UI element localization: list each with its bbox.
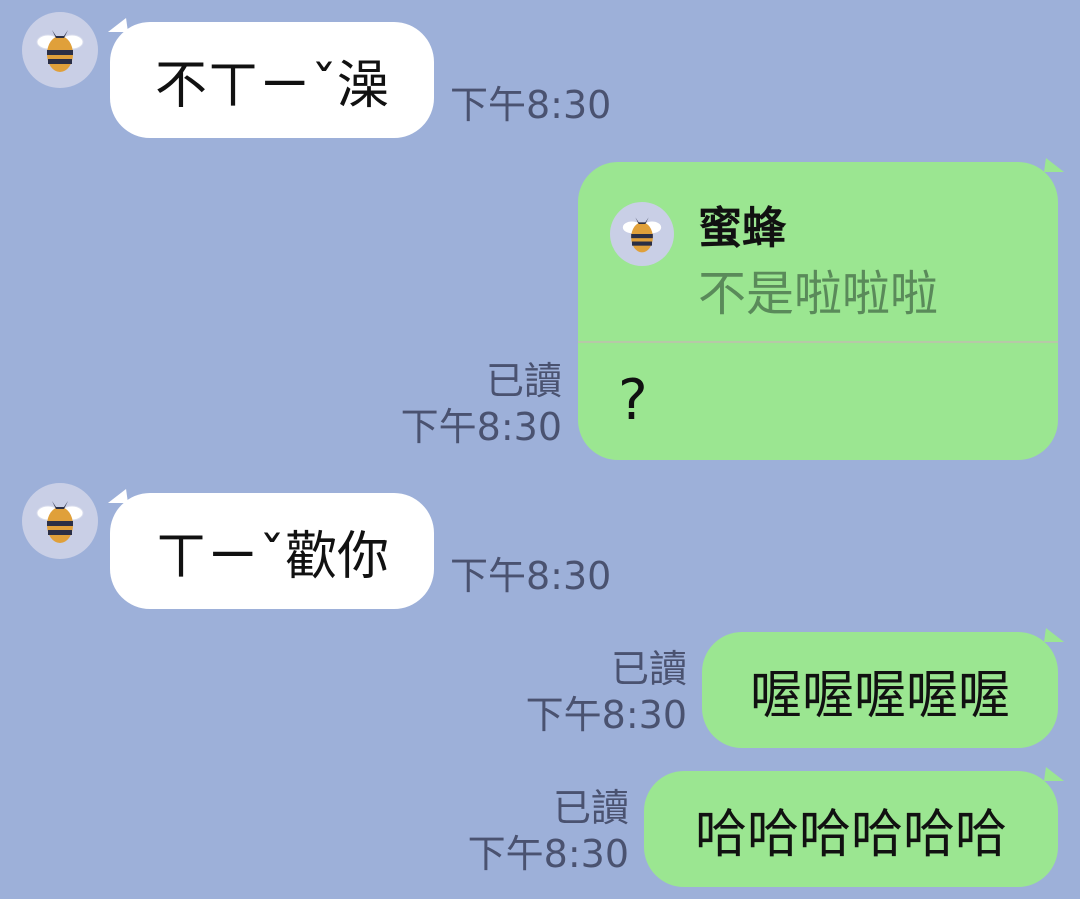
bee-icon	[36, 30, 84, 72]
reply-message-bubble[interactable]: 蜜蜂 不是啦啦啦 ?	[578, 162, 1058, 460]
message-timestamp: 下午8:30	[467, 832, 629, 876]
quoted-sender-name: 蜜蜂	[698, 203, 786, 254]
quoted-message-text[interactable]: 不是啦啦啦	[698, 254, 938, 324]
message-bubble-outgoing[interactable]: 喔喔喔喔喔	[702, 632, 1058, 748]
reply-divider	[578, 341, 1058, 343]
bee-icon	[36, 501, 84, 543]
contact-avatar[interactable]	[22, 12, 98, 88]
message-bubble-incoming[interactable]: 不ㄒㄧˇ澡	[110, 22, 434, 138]
bee-icon	[622, 217, 662, 253]
quoted-avatar	[610, 202, 674, 266]
message-text: ㄒㄧˇ歡你	[154, 526, 389, 587]
message-text: 哈哈哈哈哈哈	[694, 804, 1007, 865]
message-text: 喔喔喔喔喔	[749, 665, 1010, 726]
message-timestamp: 下午8:30	[450, 83, 612, 127]
message-bubble-outgoing[interactable]: 哈哈哈哈哈哈	[644, 771, 1058, 887]
message-text: 不ㄒㄧˇ澡	[154, 55, 389, 116]
read-status: 已讀	[610, 647, 687, 691]
message-timestamp: 下午8:30	[450, 554, 612, 598]
message-timestamp: 下午8:30	[525, 693, 687, 737]
read-status: 已讀	[552, 786, 629, 830]
contact-avatar[interactable]	[22, 483, 98, 559]
message-text: ?	[618, 368, 648, 433]
read-status: 已讀	[485, 359, 562, 403]
message-timestamp: 下午8:30	[400, 405, 562, 449]
message-bubble-incoming[interactable]: ㄒㄧˇ歡你	[110, 493, 434, 609]
